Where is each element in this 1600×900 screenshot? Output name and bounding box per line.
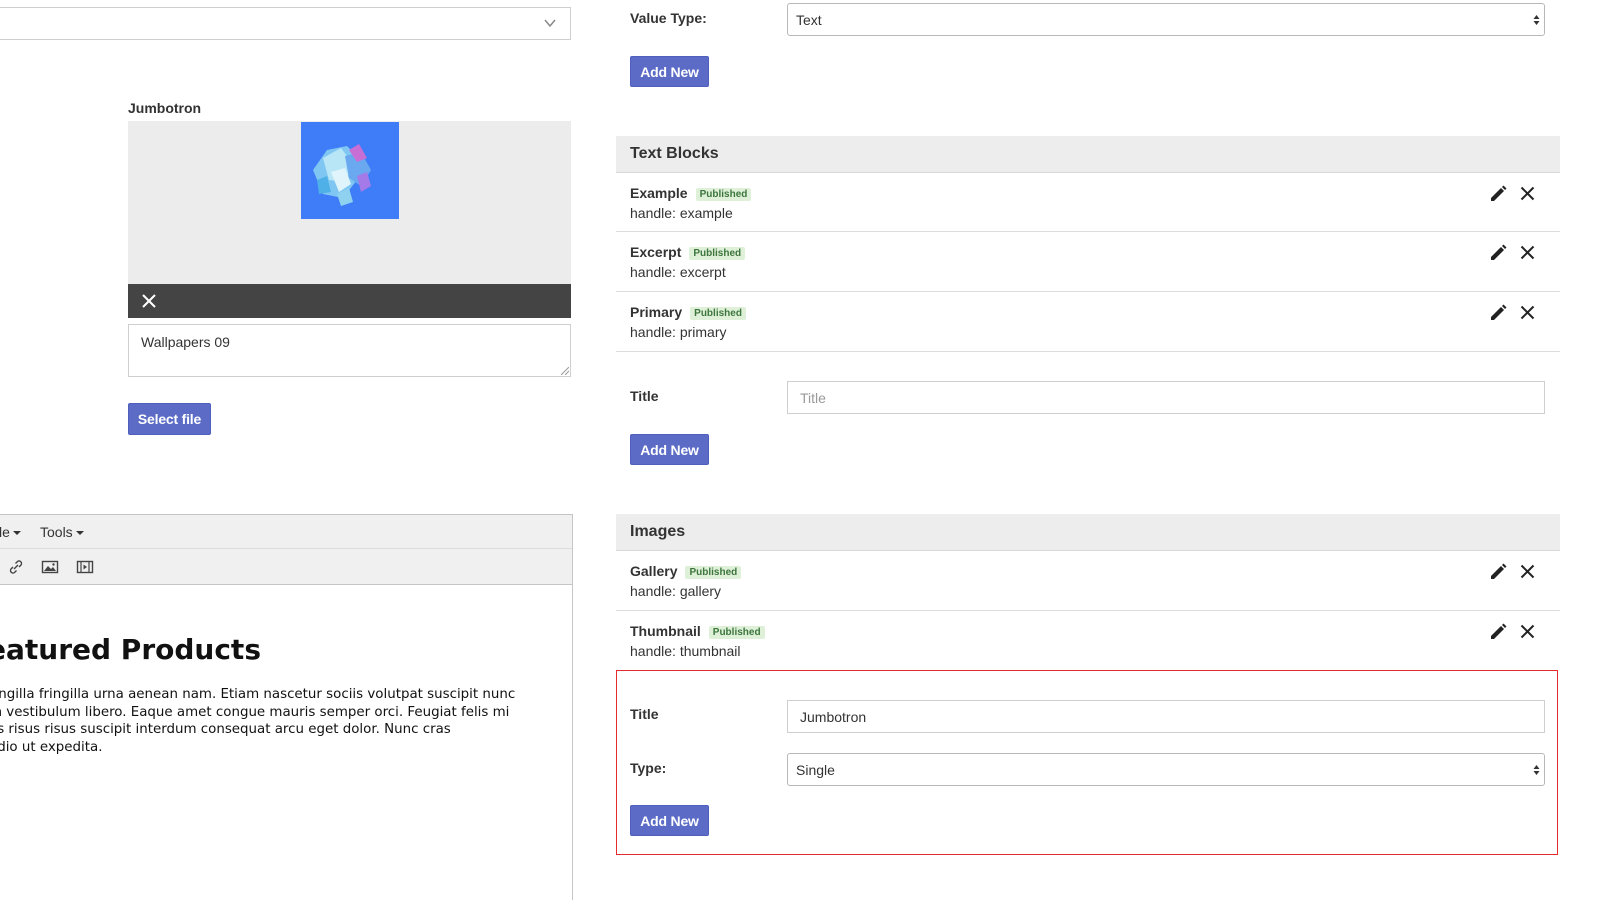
pencil-icon[interactable] bbox=[1489, 563, 1507, 581]
chevron-down-icon bbox=[544, 19, 556, 28]
link-icon[interactable] bbox=[7, 559, 25, 575]
status-badge: Published bbox=[689, 247, 746, 260]
row-handle: handle: primary bbox=[630, 324, 727, 340]
row-handle: handle: excerpt bbox=[630, 264, 726, 280]
status-badge: Published bbox=[690, 307, 746, 320]
text-blocks-header: Text Blocks bbox=[616, 136, 1560, 173]
text-block-row: Primary Published handle: primary bbox=[616, 292, 1560, 352]
pencil-icon[interactable] bbox=[1489, 623, 1507, 641]
row-title: Gallery bbox=[630, 563, 678, 579]
caret-down-icon bbox=[12, 531, 21, 536]
top-select[interactable] bbox=[0, 7, 571, 40]
image-thumbnail bbox=[301, 122, 399, 219]
paragraph-line: os risus risus suscipit interdum consequ… bbox=[0, 722, 451, 738]
resize-handle-icon[interactable] bbox=[561, 367, 569, 375]
status-badge: Published bbox=[695, 188, 752, 201]
status-badge: Published bbox=[708, 626, 765, 639]
image-add-new-button[interactable]: Add New bbox=[630, 805, 709, 836]
row-name: Thumbnail Published bbox=[630, 623, 765, 639]
pencil-icon[interactable] bbox=[1489, 304, 1507, 322]
row-name: Example Published bbox=[630, 185, 752, 201]
text-block-row: Example Published handle: example bbox=[616, 173, 1560, 232]
row-name: Primary Published bbox=[630, 304, 746, 320]
images-header: Images bbox=[616, 514, 1560, 551]
image-icon[interactable] bbox=[41, 559, 59, 575]
rich-text-editor: le Tools eatured Products ringilla fring… bbox=[0, 514, 573, 900]
menu-table-label: le bbox=[0, 524, 10, 540]
close-icon[interactable] bbox=[1520, 245, 1535, 260]
menu-table[interactable]: le bbox=[0, 524, 21, 540]
pencil-icon[interactable] bbox=[1489, 185, 1507, 203]
close-icon[interactable] bbox=[1520, 564, 1535, 579]
close-icon[interactable] bbox=[1520, 305, 1535, 320]
menu-tools[interactable]: Tools bbox=[40, 524, 84, 540]
select-arrows-icon bbox=[1533, 765, 1540, 775]
image-type-label: Type: bbox=[630, 760, 667, 776]
value-type-label: Value Type: bbox=[630, 10, 707, 26]
remove-image-icon[interactable] bbox=[142, 294, 156, 308]
editor-heading: eatured Products bbox=[0, 633, 261, 666]
status-badge: Published bbox=[685, 566, 742, 579]
editor-menubar: le Tools bbox=[0, 515, 572, 549]
row-title: Example bbox=[630, 185, 688, 201]
row-handle: handle: thumbnail bbox=[630, 643, 741, 659]
editor-paragraph: ringilla fringilla urna aenean nam. Etia… bbox=[0, 686, 549, 756]
image-title-input[interactable]: Jumbotron bbox=[787, 700, 1545, 733]
editor-toolbar bbox=[0, 549, 572, 585]
image-caption-textarea[interactable]: Wallpapers 09 bbox=[128, 324, 571, 377]
select-file-button[interactable]: Select file bbox=[128, 403, 211, 435]
close-icon[interactable] bbox=[1520, 186, 1535, 201]
paragraph-line: m vestibulum libero. Eaque amet congue m… bbox=[0, 704, 510, 720]
pencil-icon[interactable] bbox=[1489, 244, 1507, 262]
image-row: Gallery Published handle: gallery bbox=[616, 551, 1560, 611]
menu-tools-label: Tools bbox=[40, 524, 73, 540]
image-type-selected: Single bbox=[796, 761, 835, 778]
row-name: Gallery Published bbox=[630, 563, 742, 579]
image-action-bar bbox=[128, 284, 571, 318]
text-block-add-new-button[interactable]: Add New bbox=[630, 434, 709, 465]
select-arrows-icon bbox=[1533, 15, 1540, 25]
jumbotron-label: Jumbotron bbox=[128, 100, 202, 116]
row-handle: handle: gallery bbox=[630, 583, 722, 599]
row-name: Excerpt Published bbox=[630, 244, 746, 260]
text-block-title-input[interactable]: Title bbox=[787, 381, 1545, 414]
close-icon[interactable] bbox=[1520, 624, 1535, 639]
value-type-selected: Text bbox=[796, 11, 822, 28]
value-type-add-new-button[interactable]: Add New bbox=[630, 56, 709, 87]
image-title-label: Title bbox=[630, 706, 659, 722]
image-type-select[interactable]: Single bbox=[787, 753, 1545, 786]
caret-down-icon bbox=[75, 531, 84, 536]
row-handle: handle: example bbox=[630, 205, 733, 221]
row-title: Thumbnail bbox=[630, 623, 701, 639]
image-preview bbox=[128, 121, 571, 284]
media-icon[interactable] bbox=[76, 559, 94, 575]
image-row: Thumbnail Published handle: thumbnail bbox=[616, 611, 1560, 669]
paragraph-line: ringilla fringilla urna aenean nam. Etia… bbox=[0, 687, 516, 702]
paragraph-line: odio ut expedita. bbox=[0, 739, 103, 755]
value-type-select[interactable]: Text bbox=[787, 3, 1545, 36]
text-block-title-label: Title bbox=[630, 388, 659, 404]
text-block-row: Excerpt Published handle: excerpt bbox=[616, 232, 1560, 292]
row-title: Primary bbox=[630, 304, 683, 320]
row-title: Excerpt bbox=[630, 244, 682, 260]
